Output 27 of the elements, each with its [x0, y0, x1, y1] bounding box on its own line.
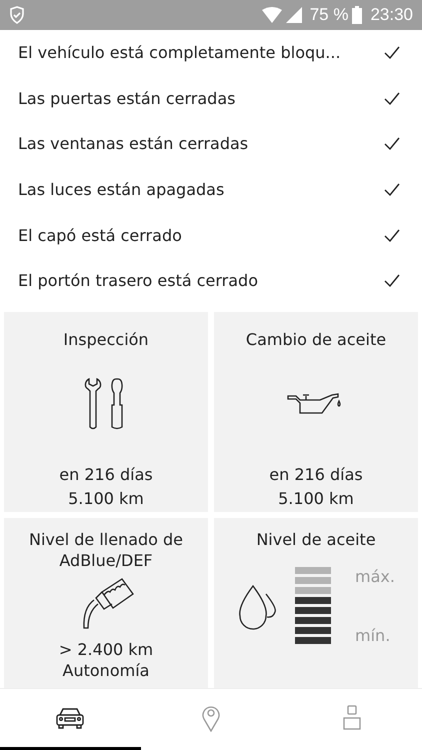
clock: 23:30	[370, 4, 413, 26]
status-label: Las ventanas están cerradas	[18, 133, 250, 156]
card-detail: 5.100 km	[277, 488, 355, 510]
min-label: mín.	[355, 626, 392, 647]
status-label: Las puertas están cerradas	[18, 88, 236, 110]
signal-icon	[286, 7, 302, 23]
wifi-icon	[262, 7, 282, 23]
card-title: Inspección	[63, 329, 149, 352]
card-detail: > 2.400 km	[58, 640, 154, 661]
status-label: Las luces están apagadas	[18, 178, 226, 201]
card-detail: en 216 días	[58, 464, 154, 486]
status-label: El portón trasero está cerrado	[18, 270, 259, 292]
status-label: El vehículo está completamente bloqu...	[18, 42, 342, 64]
card-detail: Autonomía	[62, 660, 150, 682]
battery-percentage: 75 %	[310, 4, 348, 26]
status-label: El capó está cerrado	[18, 224, 183, 247]
max-label: máx.	[355, 566, 395, 588]
card-detail: en 216 días	[268, 464, 364, 486]
card-detail: 5.100 km	[67, 488, 145, 510]
card-title: Nivel de aceite	[256, 530, 376, 551]
card-title: Nivel de llenado de AdBlue/DEF	[28, 530, 184, 572]
shield-icon	[9, 6, 25, 24]
profile-icon[interactable]	[342, 705, 361, 731]
card-title: Cambio de aceite	[246, 329, 386, 352]
battery-icon	[352, 6, 362, 24]
location-pin-icon[interactable]	[201, 704, 221, 732]
car-icon[interactable]	[55, 707, 86, 729]
